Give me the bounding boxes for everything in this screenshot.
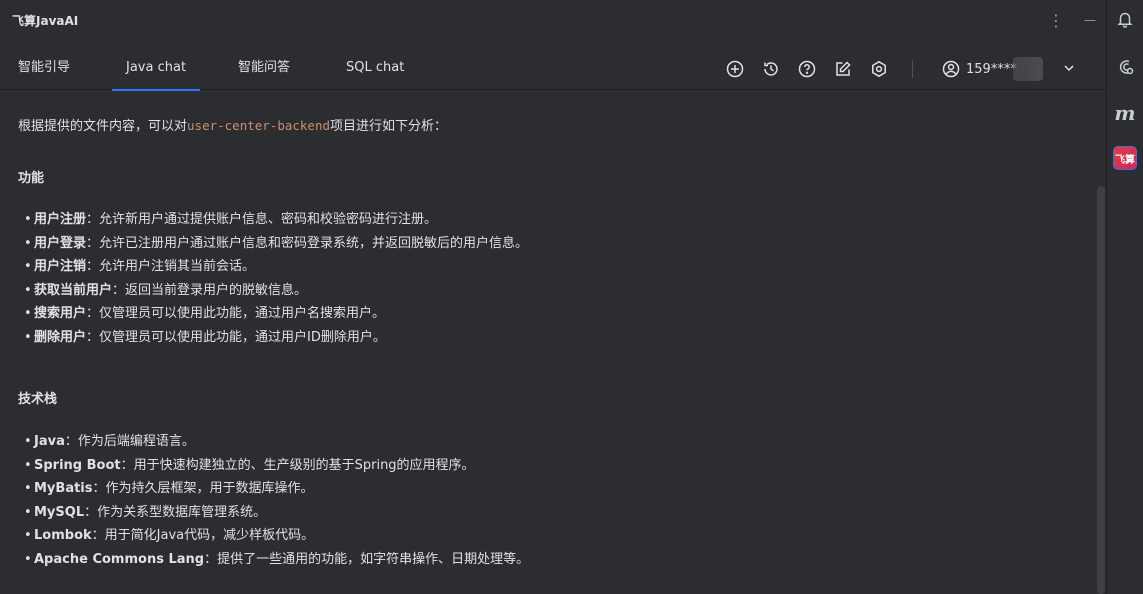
project-name-code: user-center-backend	[187, 118, 331, 133]
tab-smart-guide[interactable]: 智能引导	[18, 48, 70, 90]
list-item-term: 用户登录	[34, 235, 87, 251]
right-tool-strip: m 飞算	[1106, 0, 1143, 594]
tab-bar: 智能引导 Java chat 智能问答 SQL chat 159****	[0, 48, 1106, 91]
chat-message-content: 根据提供的文件内容，可以对user-center-backend项目进行如下分析…	[0, 91, 1096, 594]
list-item-desc: ：作为后端编程语言。	[64, 434, 195, 449]
list-item-term: 删除用户	[34, 329, 87, 345]
intro-text-end: 项目进行如下分析：	[330, 119, 448, 134]
list-item-desc: ：仅管理员可以使用此功能，通过用户名搜索用户。	[86, 306, 386, 322]
user-name-mask	[1012, 57, 1043, 81]
header-actions: ⋮ —	[1048, 11, 1096, 30]
list-item: MyBatis：作为持久层框架，用于数据库操作。	[24, 477, 529, 501]
plus-circle-icon[interactable]	[724, 58, 746, 80]
features-heading: 功能	[18, 171, 45, 186]
list-item-desc: ：提供了一些通用的功能，如字符串操作、日期处理等。	[204, 551, 530, 567]
user-account-menu[interactable]: 159****	[942, 48, 1074, 90]
list-item-desc: ：作为关系型数据库管理系统。	[84, 504, 267, 520]
help-icon[interactable]	[796, 58, 818, 80]
settings-icon[interactable]	[868, 58, 890, 80]
features-list: 用户注册：允许新用户通过提供账户信息、密码和校验密码进行注册。 用户登录：允许已…	[24, 208, 529, 350]
user-name: 159****	[966, 61, 1017, 77]
list-item-term: Spring Boot	[34, 457, 121, 473]
list-item: Java：作为后端编程语言。	[24, 430, 529, 454]
tool-window-header: 飞算JavaAI ⋮ —	[0, 0, 1106, 40]
list-item: Apache Commons Lang：提供了一些通用的功能，如字符串操作、日期…	[24, 548, 530, 572]
list-item: Spring Boot：用于快速构建独立的、生产级别的基于Spring的应用程序…	[24, 454, 529, 478]
list-item: 获取当前用户：返回当前登录用户的脱敏信息。	[24, 279, 528, 303]
tab-sql-chat[interactable]: SQL chat	[346, 48, 404, 90]
list-item-term: 用户注销	[34, 259, 87, 275]
feisuan-plugin-icon[interactable]: 飞算	[1113, 146, 1137, 170]
list-item: 搜索用户：仅管理员可以使用此功能，通过用户名搜索用户。	[24, 302, 528, 326]
history-icon[interactable]	[760, 58, 782, 80]
chat-toolbar	[724, 48, 931, 90]
list-item-term: 搜索用户	[34, 306, 87, 322]
list-item-desc: ：返回当前登录用户的脱敏信息。	[112, 282, 308, 298]
intro-paragraph: 根据提供的文件内容，可以对user-center-backend项目进行如下分析…	[18, 116, 1096, 137]
list-item-desc: ：允许用户注销其当前会话。	[86, 259, 256, 275]
list-item: 用户注销：允许用户注销其当前会话。	[24, 255, 528, 279]
list-item-desc: ：用于快速构建独立的、生产级别的基于Spring的应用程序。	[120, 457, 475, 473]
user-circle-icon	[942, 60, 960, 78]
tech-stack-list: Java：作为后端编程语言。 Spring Boot：用于快速构建独立的、生产级…	[24, 430, 530, 572]
m-plugin-icon[interactable]: m	[1114, 101, 1136, 125]
edit-icon[interactable]	[832, 58, 854, 80]
toolbar-separator	[912, 60, 913, 78]
list-item-term: MySQL	[34, 504, 85, 520]
ide-window: 飞算JavaAI ⋮ — 智能引导 Java chat 智能问答 SQL cha…	[0, 0, 1143, 594]
list-item-desc: ：作为持久层框架，用于数据库操作。	[92, 481, 314, 497]
tech-stack-heading: 技术栈	[18, 392, 58, 407]
list-item: 用户登录：允许已注册用户通过账户信息和密码登录系统，并返回脱敏后的用户信息。	[24, 232, 529, 256]
list-item-desc: ：允许新用户通过提供账户信息、密码和校验密码进行注册。	[86, 212, 438, 227]
app-title: 飞算JavaAI	[12, 13, 79, 28]
minimize-icon[interactable]: —	[1084, 13, 1096, 27]
list-item-term: Java	[34, 434, 65, 449]
ai-assistant-icon[interactable]	[1114, 56, 1136, 78]
chevron-down-icon[interactable]	[1062, 60, 1076, 79]
list-item-term: 获取当前用户	[34, 282, 113, 298]
list-item-desc: ：仅管理员可以使用此功能，通过用户ID删除用户。	[86, 329, 386, 345]
tab-smart-qa[interactable]: 智能问答	[238, 48, 290, 90]
tab-java-chat[interactable]: Java chat	[111, 48, 201, 91]
list-item-term: 用户注册	[34, 212, 87, 227]
list-item-term: MyBatis	[34, 481, 93, 497]
more-options-icon[interactable]: ⋮	[1048, 11, 1064, 30]
list-item: Lombok：用于简化Java代码，减少样板代码。	[24, 524, 529, 548]
list-item-desc: ：用于简化Java代码，减少样板代码。	[91, 528, 315, 544]
intro-text: 根据提供的文件内容，可以对	[18, 119, 188, 134]
list-item-term: Lombok	[34, 528, 92, 544]
list-item-term: Apache Commons Lang	[34, 551, 205, 567]
list-item: 删除用户：仅管理员可以使用此功能，通过用户ID删除用户。	[24, 326, 528, 350]
scrollbar-thumb[interactable]	[1097, 186, 1105, 594]
list-item: MySQL：作为关系型数据库管理系统。	[24, 501, 529, 525]
bell-icon[interactable]	[1114, 8, 1136, 30]
feisuan-tool-window: 飞算JavaAI ⋮ — 智能引导 Java chat 智能问答 SQL cha…	[0, 0, 1106, 594]
list-item: 用户注册：允许新用户通过提供账户信息、密码和校验密码进行注册。	[24, 208, 528, 232]
list-item-desc: ：允许已注册用户通过账户信息和密码登录系统，并返回脱敏后的用户信息。	[86, 235, 529, 251]
